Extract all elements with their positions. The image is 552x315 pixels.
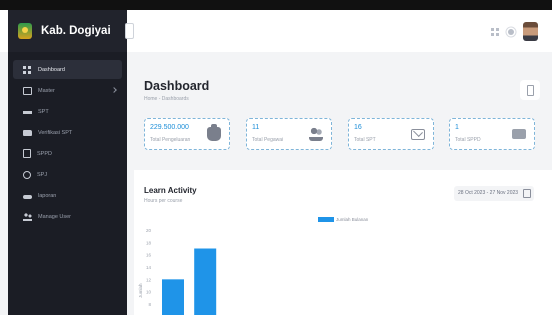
ticket-icon [23,111,32,114]
stat-card-total-sppd: 1 Total SPPD [449,118,535,150]
sidebar-nav: Dashboard Master SPT Verifikasi SPT SPPD… [8,60,127,228]
y-axis-label: Jumlah [138,283,143,298]
money-bag-icon [207,124,221,141]
people-icon [309,127,323,141]
receipt-icon [23,170,31,179]
sidebar-item-label: Dashboard [38,66,65,73]
sidebar-collapse-button[interactable] [125,23,134,39]
sidebar-item-label: SPT [38,108,49,115]
theme-icon[interactable] [508,28,514,35]
stat-label: Total Pengeluaran [150,137,191,143]
sidebar-item-spj[interactable]: SPJ [13,165,122,184]
learn-activity-chart: 20 18 16 14 12 10 8 Jumlah [138,228,217,315]
sidebar-item-manage-user[interactable]: Manage User [13,207,122,226]
sidebar-item-dashboard[interactable]: Dashboard [13,60,122,79]
stat-value: 1 [455,124,459,131]
sidebar-item-label: Manage User [38,213,72,220]
page-options-button[interactable] [520,80,540,100]
stat-label: Total SPT [354,137,376,143]
y-tick-label: 8 [148,302,151,307]
brand[interactable]: Kab. Dogiyai [8,10,127,52]
logo-icon [18,23,32,39]
envelope-solid-icon [512,129,526,139]
page-title: Dashboard [144,79,210,93]
sidebar-item-laporan[interactable]: laporan [13,186,122,205]
stat-value: 11 [252,124,260,131]
y-tick-label: 10 [146,290,152,295]
sidebar-item-master[interactable]: Master [13,81,122,100]
stat-value: 229.500.000 [150,124,189,131]
brand-name: Kab. Dogiyai [41,25,111,37]
stat-card-total-spt: 16 Total SPT [348,118,434,150]
sidebar-item-label: SPJ [37,171,48,178]
sidebar-item-sppd[interactable]: SPPD [13,144,122,163]
chevron-right-icon [111,87,117,93]
breadcrumb: Home - Dashboards [144,96,189,102]
report-icon [23,194,32,199]
document-icon [23,149,31,158]
learn-activity-panel: Learn Activity Hours per course 28 Oct 2… [134,170,552,315]
stat-label: Total Pegawai [252,137,284,143]
y-tick-label: 18 [146,240,152,245]
sidebar-item-label: Verifikasi SPT [38,129,73,136]
chart-bar[interactable] [194,248,217,315]
grid-icon [23,65,32,74]
sidebar-item-spt[interactable]: SPT [13,102,122,121]
y-tick-label: 12 [146,277,152,282]
y-tick-label: 20 [146,228,152,233]
database-icon [23,86,32,95]
sidebar: Kab. Dogiyai Dashboard Master SPT Verifi… [8,10,134,315]
avatar[interactable] [523,22,538,41]
apps-icon[interactable] [491,27,499,36]
stat-card-total-pengeluaran: 229.500.000 Total Pengeluaran [144,118,230,150]
sidebar-item-label: Master [38,87,55,94]
stat-label: Total SPPD [455,137,481,143]
y-tick-label: 14 [146,265,152,270]
envelope-icon [411,129,425,140]
sidebar-item-verifikasi-spt[interactable]: Verifikasi SPT [13,123,122,142]
chart-bar[interactable] [162,279,184,315]
sidebar-item-label: SPPD [37,150,52,157]
y-tick-label: 16 [146,253,152,258]
top-bar-actions [491,22,538,41]
folder-check-icon [23,129,32,136]
sidebar-item-label: laporan [38,192,57,199]
stat-value: 16 [354,124,362,131]
users-icon [23,212,32,221]
stat-card-total-pegawai: 11 Total Pegawai [246,118,332,150]
